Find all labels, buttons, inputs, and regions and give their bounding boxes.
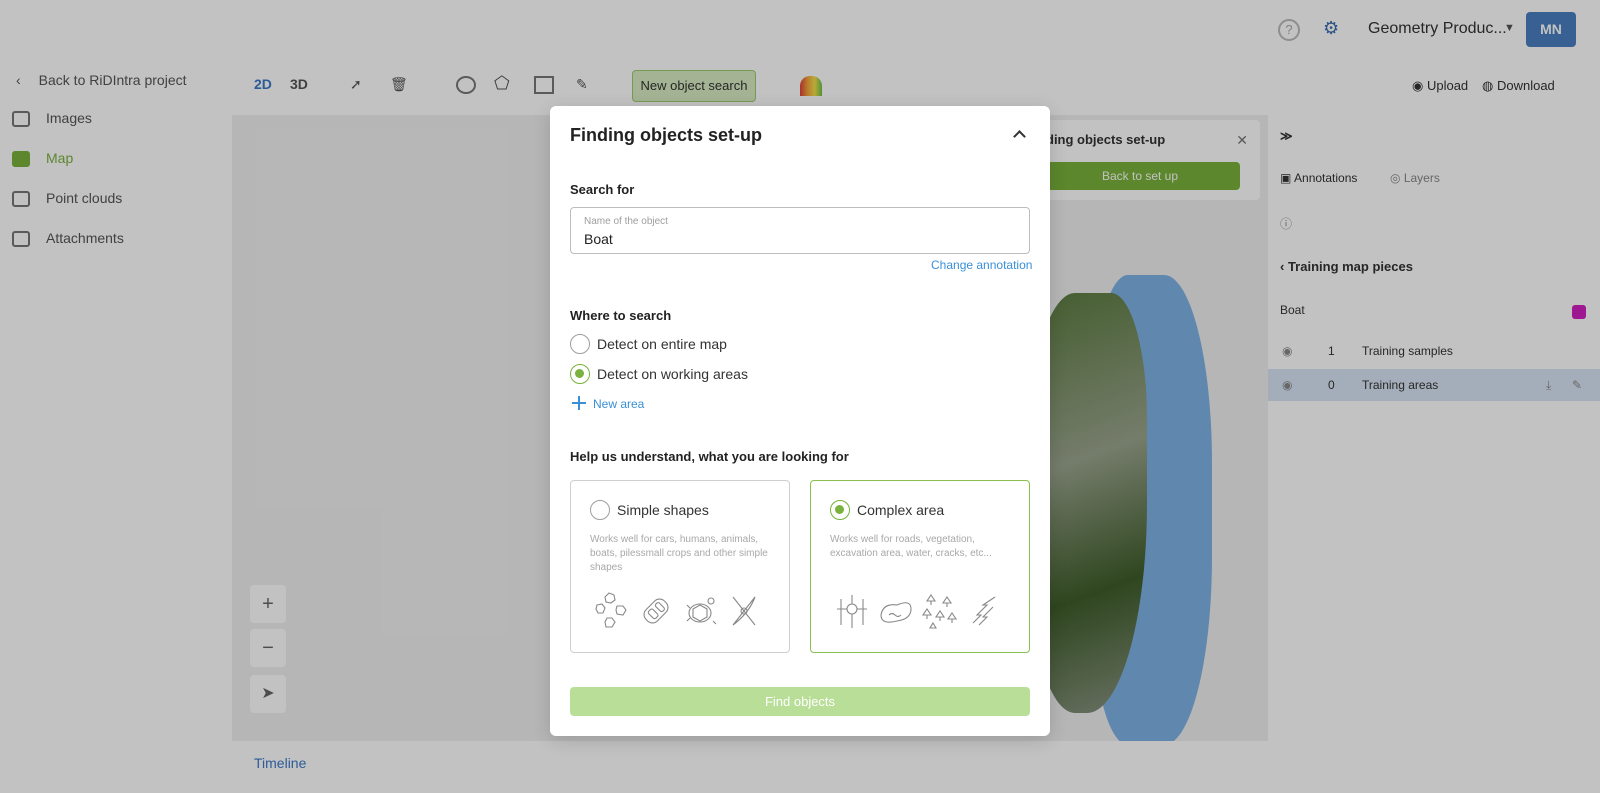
modal-title: Finding objects set-up [570, 125, 762, 145]
turtle-icon [686, 597, 717, 625]
entire-map-radio[interactable] [570, 334, 590, 354]
trees-icon [921, 594, 958, 629]
complex-area-card[interactable]: Complex area Works well for roads, veget… [810, 480, 1030, 653]
working-areas-label[interactable]: Detect on working areas [597, 366, 748, 382]
complex-area-radio[interactable] [830, 500, 850, 520]
find-objects-button[interactable]: Find objects [570, 687, 1030, 716]
car-icon [643, 598, 669, 624]
finding-objects-modal: Finding objects set-up Search for Name o… [550, 106, 1050, 736]
new-area-link[interactable]: New area [593, 397, 644, 411]
card-title: Complex area [857, 502, 945, 518]
entire-map-label[interactable]: Detect on entire map [597, 336, 727, 352]
working-areas-radio[interactable] [570, 364, 590, 384]
card-icons [831, 591, 1011, 631]
where-to-search-label: Where to search [570, 308, 672, 323]
card-icons [591, 591, 771, 631]
change-annotation-link[interactable]: Change annotation [931, 258, 1032, 272]
help-label: Help us understand, what you are looking… [570, 449, 849, 464]
simple-shapes-radio[interactable] [590, 500, 610, 520]
plus-icon[interactable] [572, 396, 586, 410]
rocks-icon [595, 592, 627, 628]
card-description: Works well for roads, vegetation, excava… [830, 534, 992, 559]
simple-shapes-card[interactable]: Simple shapes Works well for cars, human… [570, 480, 790, 653]
kayak-icon [732, 596, 756, 626]
object-name-input[interactable] [584, 231, 1014, 247]
water-icon [880, 602, 912, 623]
search-for-label: Search for [570, 182, 635, 197]
object-name-field[interactable]: Name of the object [570, 207, 1030, 254]
cracks-icon [972, 596, 996, 626]
card-description: Works well for cars, humans, animals, bo… [590, 534, 768, 573]
chevron-up-icon[interactable] [1010, 124, 1030, 144]
object-name-placeholder: Name of the object [584, 216, 668, 227]
card-title: Simple shapes [617, 502, 709, 518]
roads-icon [837, 595, 867, 628]
